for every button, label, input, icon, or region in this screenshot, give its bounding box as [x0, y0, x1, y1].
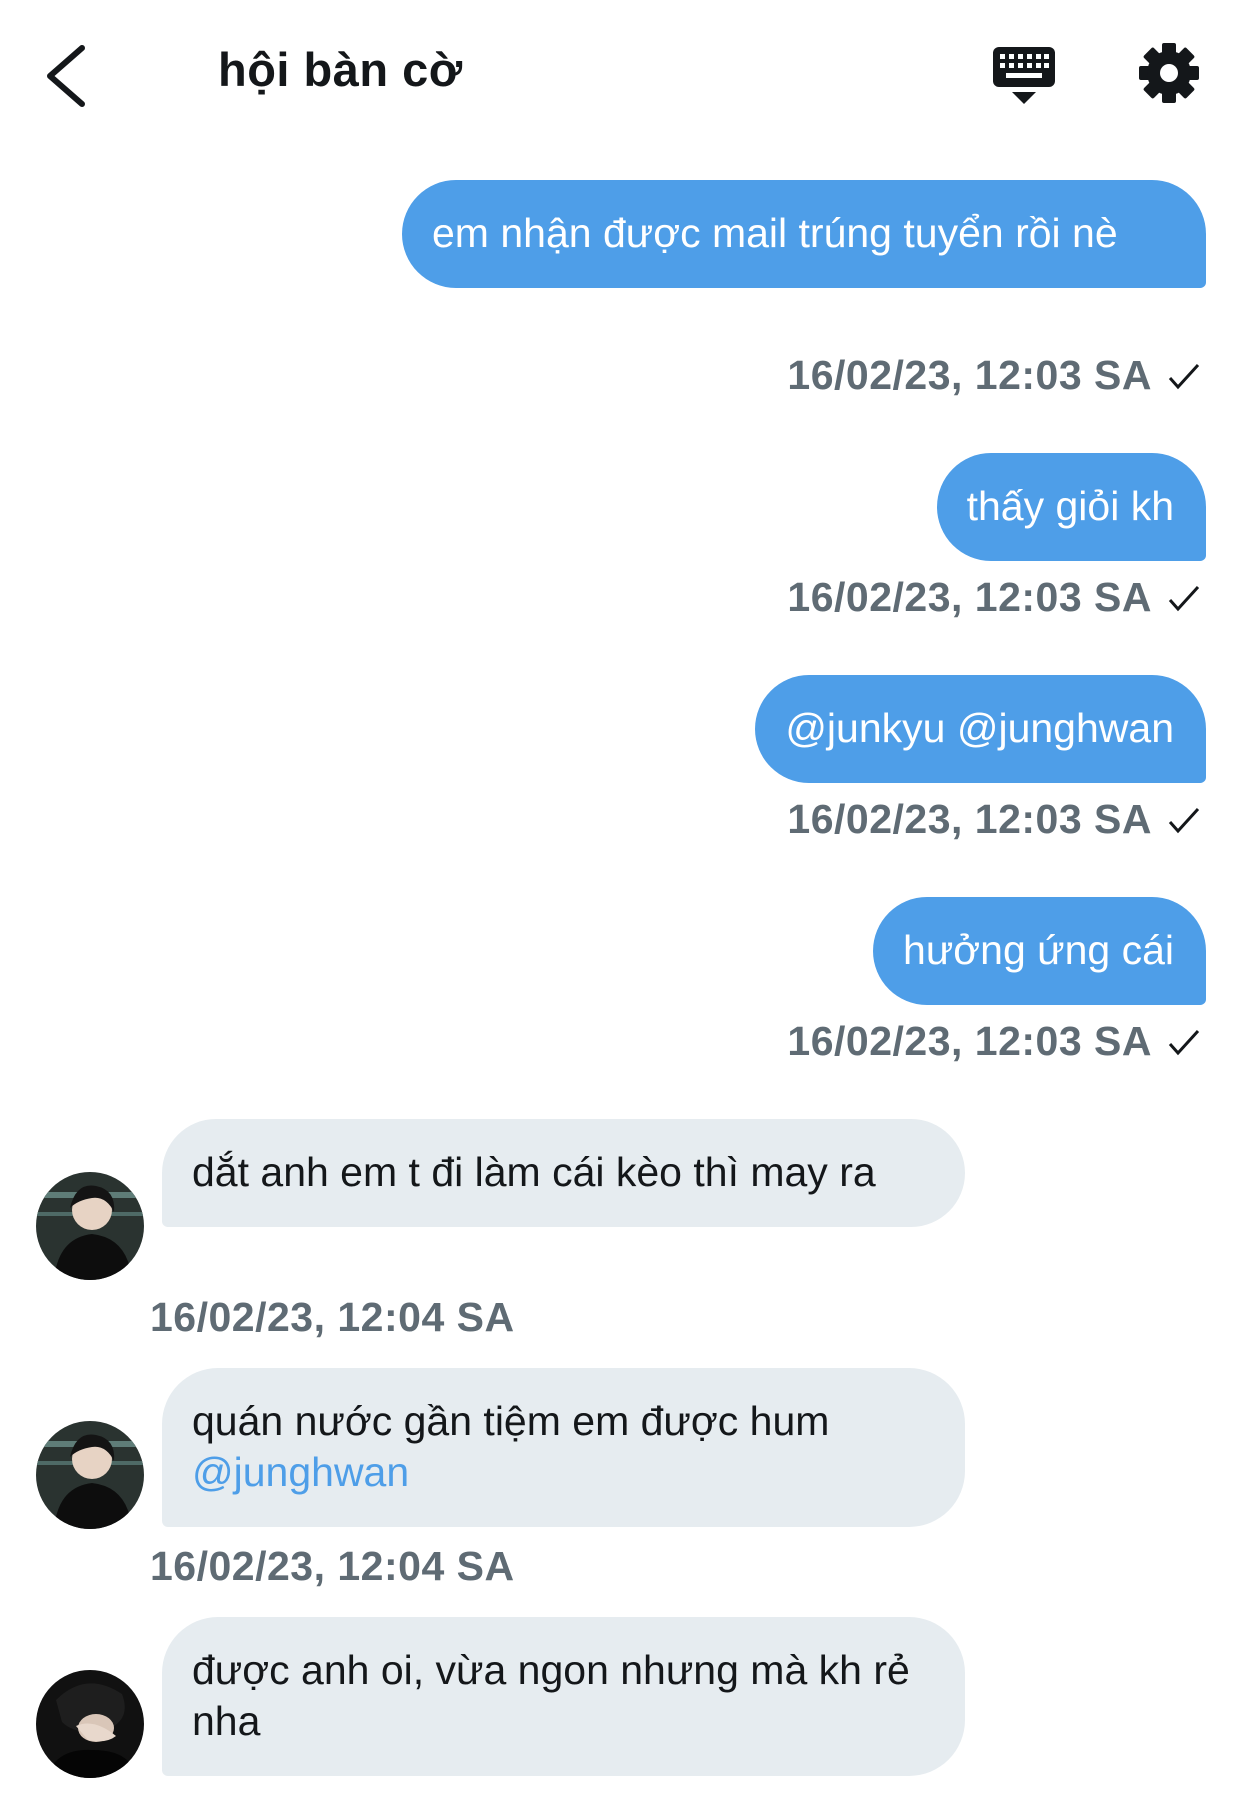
avatar[interactable] — [36, 1421, 144, 1529]
mention-link[interactable]: @junghwan — [192, 1449, 409, 1495]
chevron-left-icon[interactable] — [40, 40, 100, 110]
incoming-message-bubble[interactable]: dắt anh em t đi làm cái kèo thì may ra — [162, 1119, 965, 1227]
conversation-title[interactable]: hội bàn cờ — [218, 42, 463, 97]
message-bubble[interactable]: em nhận được mail trúng tuyển rồi nè — [402, 180, 1206, 288]
chat-header: hội bàn cờ — [0, 0, 1242, 150]
incoming-message-bubble[interactable]: quán nước gần tiệm em được hum @junghwan — [162, 1368, 965, 1527]
gear-icon[interactable] — [1138, 42, 1200, 104]
message-text: quán nước gần tiệm em được hum — [192, 1398, 830, 1444]
outgoing-message[interactable]: hưởng ứng cái — [873, 897, 1206, 1005]
timestamp-text: 16/02/23, 12:03 SA — [787, 352, 1152, 398]
checkmark-icon — [1168, 363, 1200, 390]
outgoing-message[interactable]: em nhận được mail trúng tuyển rồi nè — [402, 180, 1206, 288]
timestamp-text: 16/02/23, 12:03 SA — [787, 574, 1152, 620]
message-bubble[interactable]: @junkyu @junghwan — [755, 675, 1206, 783]
timestamp-text: 16/02/23, 12:03 SA — [787, 796, 1152, 842]
message-bubble[interactable]: thấy giỏi kh — [936, 453, 1206, 561]
message-timestamp: 16/02/23, 12:04 SA — [150, 1294, 515, 1340]
message-timestamp: 16/02/23, 12:04 SA — [150, 1543, 515, 1589]
message-timestamp: 16/02/23, 12:03 SA — [787, 1018, 1202, 1065]
message-timestamp: 16/02/23, 12:03 SA — [787, 352, 1202, 399]
avatar[interactable] — [36, 1172, 144, 1280]
message-timestamp: 16/02/23, 12:03 SA — [787, 574, 1202, 621]
outgoing-message[interactable]: thấy giỏi kh — [936, 453, 1206, 561]
outgoing-message[interactable]: @junkyu @junghwan — [755, 675, 1206, 783]
message-bubble[interactable]: hưởng ứng cái — [873, 897, 1206, 1005]
keyboard-icon[interactable] — [992, 46, 1056, 108]
message-timestamp: 16/02/23, 12:03 SA — [787, 796, 1202, 843]
avatar[interactable] — [36, 1670, 144, 1778]
timestamp-text: 16/02/23, 12:03 SA — [787, 1018, 1152, 1064]
checkmark-icon — [1168, 1029, 1200, 1056]
checkmark-icon — [1168, 585, 1200, 612]
incoming-message-bubble[interactable]: được anh oi, vừa ngon nhưng mà kh rẻ nha — [162, 1617, 965, 1776]
checkmark-icon — [1168, 807, 1200, 834]
